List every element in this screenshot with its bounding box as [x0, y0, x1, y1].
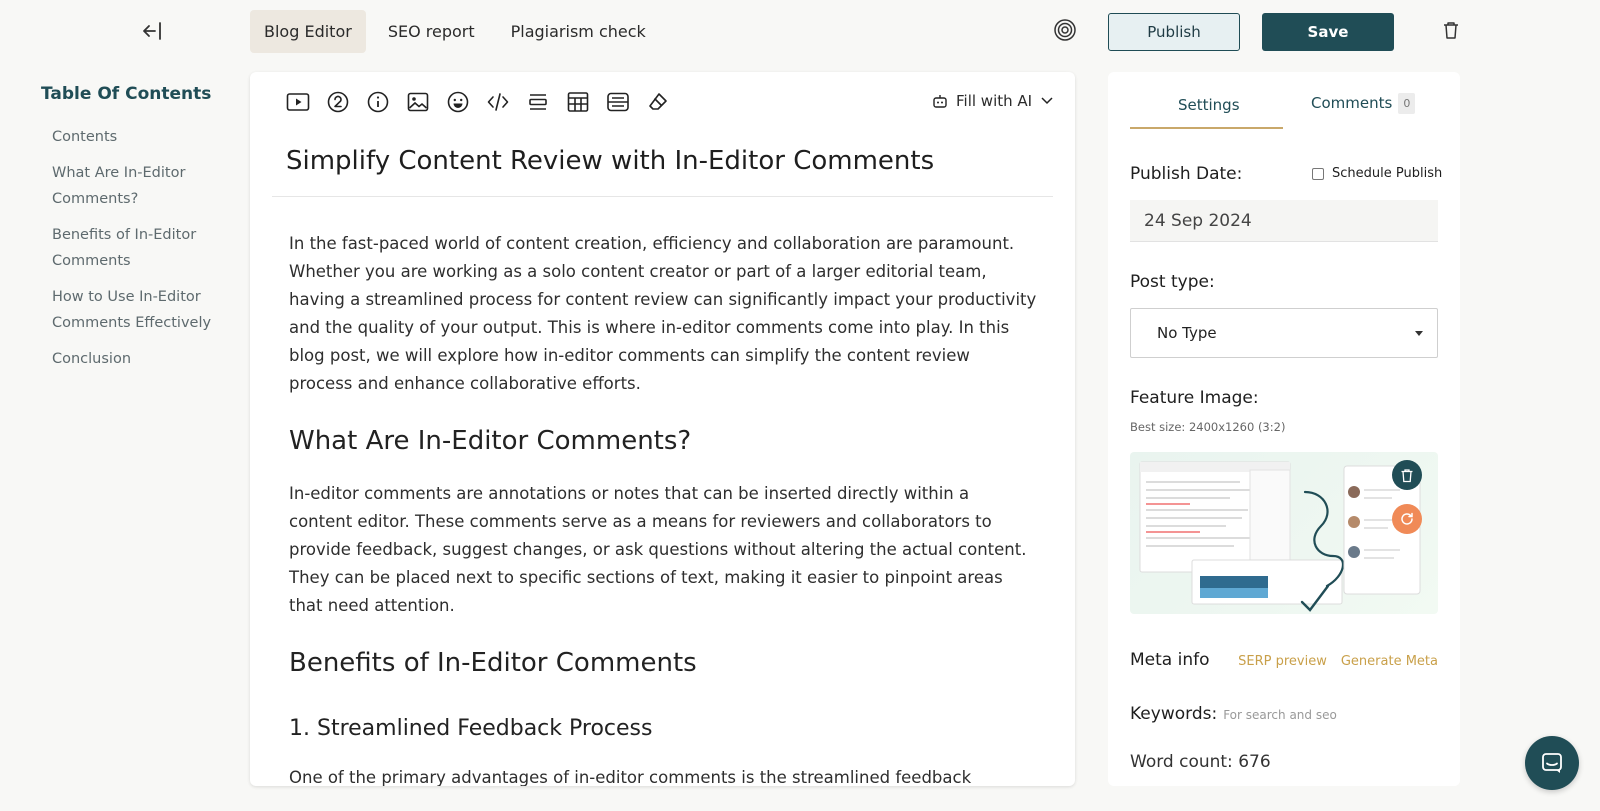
post-type-value: No Type [1157, 324, 1217, 342]
table-icon[interactable] [566, 90, 590, 114]
code-icon[interactable] [486, 90, 510, 114]
refresh-icon [1401, 512, 1413, 525]
document-title[interactable]: Simplify Content Review with In-Editor C… [286, 146, 934, 176]
publish-date-label: Publish Date: [1130, 164, 1243, 184]
fill-with-ai-label: Fill with AI [956, 92, 1033, 110]
tab-settings[interactable]: Settings [1178, 96, 1240, 114]
chat-icon [1542, 753, 1562, 773]
comments-count-badge: 0 [1398, 93, 1416, 114]
toc-item-what-are[interactable]: What Are In-Editor Comments? [52, 160, 222, 212]
tab-comments-label: Comments [1311, 94, 1393, 112]
trash-icon[interactable] [1442, 20, 1460, 40]
keywords-placeholder[interactable]: For search and seo [1223, 708, 1337, 722]
chat-support-button[interactable] [1525, 736, 1579, 790]
emoji-icon[interactable] [446, 90, 470, 114]
save-button[interactable]: Save [1262, 13, 1394, 51]
title-divider [272, 196, 1053, 197]
schedule-publish-checkbox[interactable] [1312, 167, 1324, 180]
arrow-left-bar-icon [143, 22, 161, 40]
remove-image-button[interactable] [1392, 460, 1422, 490]
tab-plagiarism-check[interactable]: Plagiarism check [497, 10, 660, 53]
active-tab-indicator [1130, 127, 1283, 129]
info-icon[interactable] [366, 90, 390, 114]
tab-seo-report[interactable]: SEO report [374, 10, 489, 53]
image-icon[interactable] [406, 90, 430, 114]
schedule-publish-label: Schedule Publish [1332, 166, 1443, 181]
video-icon[interactable] [286, 90, 310, 114]
publish-button[interactable]: Publish [1108, 13, 1240, 51]
collapse-sidebar-button[interactable] [136, 16, 168, 46]
editor-card: Fill with AI Simplify Content Review wit… [250, 72, 1075, 786]
layout-icon[interactable] [606, 90, 630, 114]
tab-blog-editor[interactable]: Blog Editor [250, 10, 366, 53]
intro-paragraph: In the fast-paced world of content creat… [289, 234, 1037, 393]
feature-image-hint: Best size: 2400x1260 (3:2) [1130, 420, 1286, 434]
toc-title: Table Of Contents [41, 84, 212, 104]
toc-item-how-to-use[interactable]: How to Use In-Editor Comments Effectivel… [52, 284, 222, 336]
chevron-down-icon [1041, 97, 1053, 105]
divider-icon[interactable] [526, 90, 550, 114]
meta-info-row: Meta info SERP preview Generate Meta [1130, 650, 1438, 670]
feature-image-preview[interactable] [1130, 452, 1438, 614]
toc-item-benefits[interactable]: Benefits of In-Editor Comments [52, 222, 222, 274]
number-icon[interactable] [326, 90, 350, 114]
replace-image-button[interactable] [1392, 504, 1422, 534]
top-tabs: Blog Editor SEO report Plagiarism check [250, 10, 660, 53]
eraser-icon[interactable] [646, 90, 670, 114]
fill-with-ai-button[interactable]: Fill with AI [932, 92, 1054, 110]
serp-preview-link[interactable]: SERP preview [1238, 654, 1327, 669]
publish-date-field[interactable]: 24 Sep 2024 [1130, 200, 1438, 242]
heading-streamlined: 1. Streamlined Feedback Process [289, 716, 653, 741]
heading-benefits: Benefits of In-Editor Comments [289, 648, 697, 678]
toc-list: Contents What Are In-Editor Comments? Be… [52, 124, 222, 382]
keywords-label: Keywords: [1130, 704, 1218, 724]
post-type-label: Post type: [1130, 272, 1215, 292]
toc-item-conclusion[interactable]: Conclusion [52, 346, 222, 372]
streamlined-paragraph: One of the primary advantages of in-edit… [289, 768, 972, 786]
heading-what-are: What Are In-Editor Comments? [289, 426, 692, 456]
word-count: Word count: 676 [1130, 742, 1460, 786]
editor-content[interactable]: In the fast-paced world of content creat… [289, 230, 1037, 786]
toc-item-contents[interactable]: Contents [52, 124, 222, 150]
post-type-select[interactable]: No Type [1130, 308, 1438, 358]
generate-meta-link[interactable]: Generate Meta [1341, 654, 1438, 669]
caret-down-icon [1415, 331, 1423, 336]
settings-panel: Settings Comments 0 Publish Date: Schedul… [1108, 72, 1460, 786]
target-icon[interactable] [1053, 18, 1077, 42]
keywords-row[interactable]: Keywords: For search and seo [1130, 704, 1337, 724]
robot-icon [933, 95, 947, 108]
trash-icon [1401, 468, 1413, 482]
meta-info-title: Meta info [1130, 650, 1210, 670]
feature-image-label: Feature Image: [1130, 388, 1259, 408]
editor-toolbar [286, 90, 670, 114]
schedule-publish[interactable]: Schedule Publish [1312, 166, 1442, 181]
tab-comments[interactable]: Comments 0 [1311, 93, 1416, 114]
what-are-paragraph: In-editor comments are annotations or no… [289, 484, 1027, 615]
